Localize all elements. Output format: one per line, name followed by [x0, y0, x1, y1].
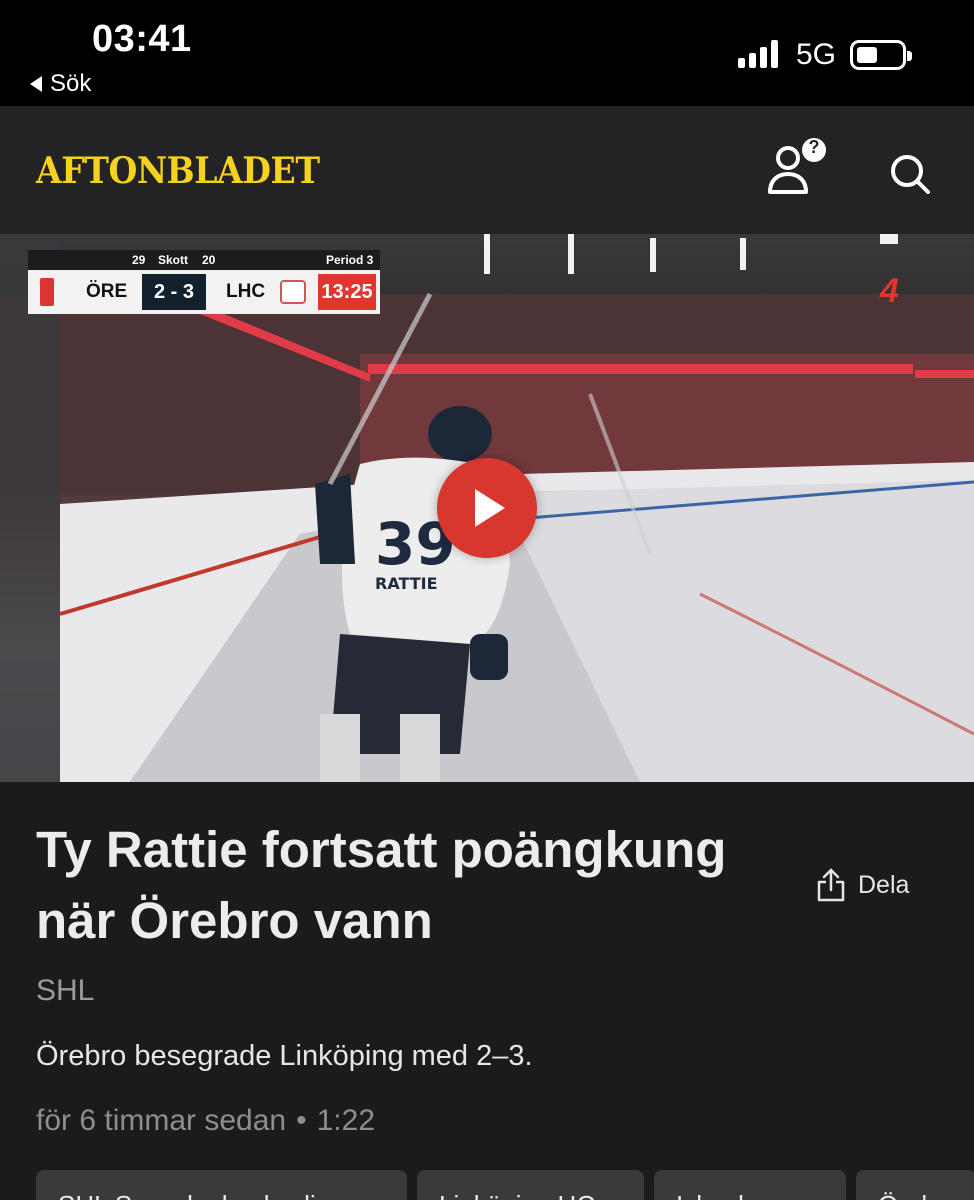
search-icon [891, 155, 930, 194]
published-time: för 6 timmar sedan [36, 1104, 287, 1137]
shots-label: Skott [158, 253, 188, 267]
video-player[interactable]: 39 RATTIE 29 Skott 20 Period 3 ÖRE 2 - 3… [0, 234, 974, 782]
tag-chip[interactable]: SHL Svenska hockeyligan [36, 1170, 407, 1200]
play-icon [475, 489, 505, 527]
search-button[interactable] [886, 150, 934, 198]
tag-chip[interactable]: Linköping HC [417, 1170, 644, 1200]
shots-away: 20 [202, 253, 216, 267]
tv4-logo: 4 [880, 272, 899, 310]
network-type: 5G [796, 38, 837, 71]
back-label: Sök [50, 70, 92, 97]
account-button[interactable]: ? [764, 136, 830, 202]
aftonbladet-logo[interactable]: AFTONBLADET [36, 150, 320, 192]
meta-separator: • [296, 1104, 307, 1137]
video-duration: 1:22 [316, 1104, 375, 1137]
status-bar: 03:41 Sök 5G [0, 0, 974, 106]
status-time: 03:41 [92, 18, 192, 60]
article-lead: Örebro besegrade Linköping med 2–3. [36, 1040, 533, 1072]
period-label: Period 3 [326, 253, 374, 267]
article-category[interactable]: SHL [36, 974, 94, 1008]
article-card: Ty Rattie fortsatt poängkung när Örebro … [0, 782, 974, 1200]
share-button[interactable]: Dela [816, 868, 909, 902]
article-meta: för 6 timmar sedan • 1:22 [36, 1104, 375, 1138]
share-label: Dela [858, 870, 910, 899]
back-to-search-button[interactable]: Sök [30, 70, 91, 98]
score: 2 - 3 [142, 274, 206, 310]
tag-chip[interactable]: Örebro [856, 1170, 974, 1200]
back-arrow-icon [30, 76, 42, 92]
article-title[interactable]: Ty Rattie fortsatt poängkung när Örebro … [36, 814, 796, 956]
shots-home: 29 [132, 253, 146, 267]
linkoping-logo-icon [280, 280, 306, 304]
game-clock: 13:25 [318, 274, 376, 310]
battery-icon [850, 40, 912, 70]
away-team: LHC [226, 281, 266, 302]
orebro-logo-icon [40, 278, 54, 306]
cellular-signal-icon [738, 40, 778, 68]
scoreboard: 29 Skott 20 Period 3 ÖRE 2 - 3 LHC 13:25 [28, 250, 380, 316]
app-header: AFTONBLADET ? [0, 106, 974, 234]
tag-chip[interactable]: Ishockey [654, 1170, 846, 1200]
tag-list: SHL Svenska hockeyligan Linköping HC Ish… [36, 1170, 974, 1200]
svg-text:RATTIE: RATTIE [375, 574, 438, 593]
scoreboard-stats: 29 Skott 20 Period 3 [28, 250, 380, 270]
share-icon [817, 868, 845, 902]
scoreboard-score-row: ÖRE 2 - 3 LHC 13:25 [28, 270, 380, 314]
user-icon [768, 138, 826, 194]
help-badge: ? [808, 137, 820, 157]
play-button[interactable] [437, 458, 537, 558]
home-team: ÖRE [86, 281, 128, 302]
